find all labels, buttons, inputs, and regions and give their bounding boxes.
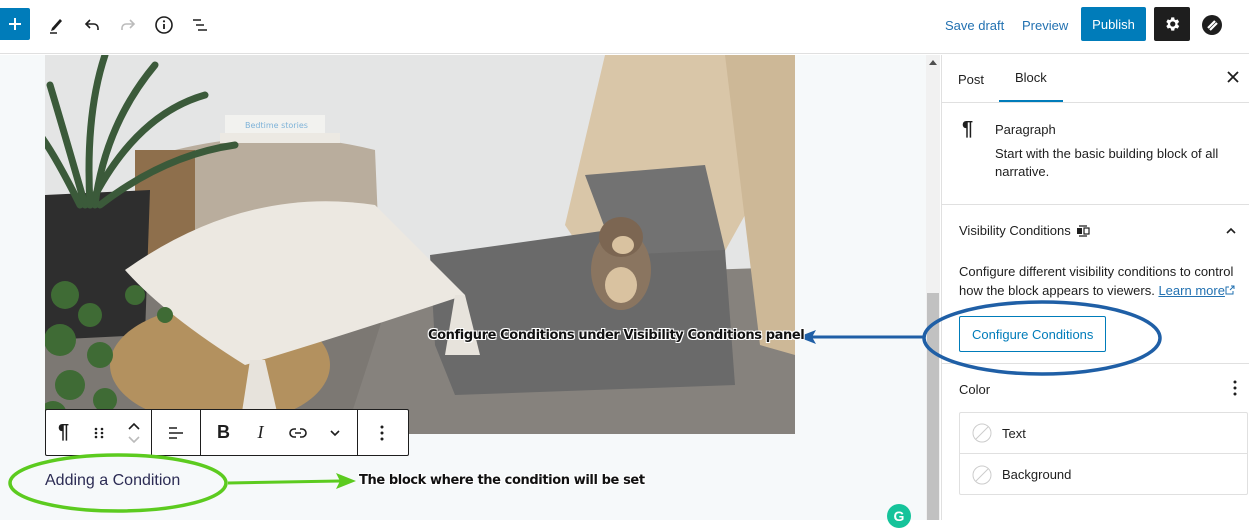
- book-title: Bedtime stories: [245, 121, 308, 130]
- block-controls-group: ¶: [46, 410, 152, 455]
- block-toolbar: ¶ B I: [45, 409, 409, 456]
- scroll-up-arrow-icon[interactable]: [929, 60, 937, 65]
- pencil-icon: [50, 19, 62, 34]
- block-type-button[interactable]: ¶: [46, 410, 81, 455]
- publish-button[interactable]: Publish: [1081, 7, 1146, 41]
- tools-button[interactable]: [40, 9, 72, 41]
- gear-icon: [1166, 17, 1180, 31]
- block-card-title: Paragraph: [995, 122, 1056, 137]
- visibility-conditions-icon: [1076, 224, 1090, 237]
- chevron-up-icon[interactable]: [1225, 227, 1237, 235]
- tab-post[interactable]: Post: [942, 55, 1000, 103]
- settings-button[interactable]: [1154, 7, 1190, 41]
- bold-button[interactable]: B: [206, 410, 242, 455]
- more-rich-text-button[interactable]: [317, 410, 353, 455]
- block-options-button[interactable]: [364, 410, 400, 455]
- paragraph-icon: ¶: [962, 118, 974, 140]
- sidebar-tabs: Post Block: [942, 55, 1249, 103]
- color-item-label: Background: [1002, 467, 1072, 482]
- block-card: ¶ Paragraph Start with the basic buildin…: [942, 103, 1249, 205]
- visibility-panel-description: Configure different visibility condition…: [959, 262, 1249, 300]
- visibility-panel-title: Visibility Conditions: [959, 223, 1071, 238]
- italic-button[interactable]: I: [243, 410, 279, 455]
- more-vertical-icon: [1233, 380, 1237, 396]
- options-group: [358, 410, 406, 455]
- preview-button[interactable]: Preview: [1016, 9, 1074, 41]
- annotation-block-note: The block where the condition will be se…: [359, 473, 645, 488]
- annotation-configure-note: Configure Conditions under Visibility Co…: [428, 328, 805, 343]
- plugin-icon: [1202, 15, 1222, 35]
- color-item-background[interactable]: Background: [960, 454, 1247, 495]
- drag-handle[interactable]: [81, 410, 116, 455]
- bold-label: B: [217, 422, 230, 442]
- plus-icon: [9, 18, 21, 30]
- learn-more-link[interactable]: Learn more: [1158, 283, 1224, 298]
- color-item-text[interactable]: Text: [960, 413, 1247, 454]
- italic-label: I: [257, 422, 264, 442]
- scrollbar-thumb[interactable]: [927, 293, 939, 520]
- plugin-button[interactable]: [1196, 9, 1228, 41]
- chevron-up-icon[interactable]: [127, 422, 141, 431]
- photo-image: Bedtime stories: [45, 55, 795, 434]
- align-button[interactable]: [158, 410, 194, 455]
- block-inserter-button[interactable]: [0, 8, 30, 40]
- link-icon: [288, 427, 307, 438]
- color-panel-title: Color: [959, 382, 991, 397]
- format-group: B I: [201, 410, 358, 455]
- color-panel: Color Text Background: [942, 364, 1249, 514]
- color-swatch-none-icon: [972, 465, 992, 484]
- color-items: Text Background: [959, 412, 1248, 495]
- color-swatch-none-icon: [972, 423, 992, 443]
- link-button[interactable]: [280, 410, 316, 455]
- close-sidebar-button[interactable]: [1227, 67, 1239, 88]
- undo-icon: [84, 19, 99, 30]
- image-block[interactable]: Bedtime stories: [45, 55, 795, 434]
- tab-block[interactable]: Block: [999, 55, 1063, 102]
- external-link-icon: [1225, 285, 1235, 295]
- grammarly-icon[interactable]: G: [887, 504, 911, 528]
- paragraph-block[interactable]: Adding a Condition: [45, 472, 180, 490]
- align-left-icon: [169, 426, 183, 439]
- redo-button[interactable]: [112, 9, 144, 41]
- redo-icon: [121, 19, 136, 30]
- close-icon: [1227, 71, 1239, 83]
- align-group: [152, 410, 201, 455]
- drag-handle-icon: [94, 427, 103, 438]
- settings-sidebar: Post Block ¶ Paragraph Start with the ba…: [941, 55, 1249, 520]
- chevron-down-icon: [329, 429, 340, 436]
- color-item-label: Text: [1002, 425, 1026, 441]
- paragraph-icon: ¶: [57, 421, 70, 443]
- list-view-button[interactable]: [184, 9, 216, 41]
- configure-conditions-button[interactable]: Configure Conditions: [959, 316, 1107, 352]
- move-controls: [116, 410, 151, 455]
- save-draft-button[interactable]: Save draft: [939, 9, 1010, 41]
- list-view-icon: [193, 19, 207, 31]
- visibility-conditions-panel: Visibility Conditions Configure differen…: [942, 205, 1249, 364]
- block-card-description: Start with the basic building block of a…: [995, 146, 1219, 179]
- color-options-button[interactable]: [1233, 380, 1237, 401]
- details-button[interactable]: [148, 9, 180, 41]
- more-vertical-icon: [380, 425, 384, 440]
- learn-more-label: Learn more: [1158, 283, 1225, 298]
- undo-button[interactable]: [76, 9, 108, 41]
- info-icon: [155, 16, 173, 34]
- editor-header: Save draft Preview Publish: [0, 0, 1249, 54]
- visibility-panel-toggle[interactable]: Visibility Conditions: [959, 223, 1090, 238]
- chevron-down-icon[interactable]: [127, 435, 141, 444]
